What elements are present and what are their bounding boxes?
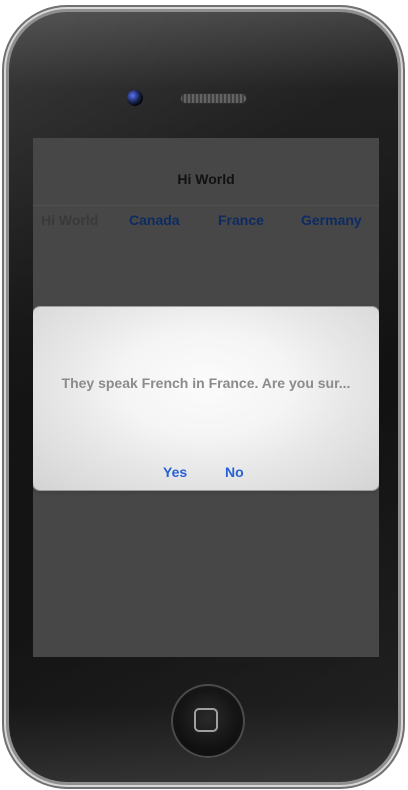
camera-icon [127,90,143,106]
segmented-tabs: Hi World Canada France Germany [33,212,379,236]
home-button-icon [194,708,218,732]
tab-canada[interactable]: Canada [129,212,180,228]
home-button[interactable] [171,684,245,758]
tab-germany[interactable]: Germany [301,212,362,228]
phone-device-frame: Hi World Hi World Canada France Germany … [9,12,398,782]
tab-hi-world[interactable]: Hi World [41,212,98,228]
alert-dialog: They speak French in France. Are you sur… [33,307,379,490]
tab-france[interactable]: France [218,212,264,228]
device-screen: Hi World Hi World Canada France Germany … [33,138,379,657]
navigation-divider [33,205,379,206]
speaker-icon [180,93,247,104]
yes-button[interactable]: Yes [163,464,187,480]
navigation-title: Hi World [177,171,235,187]
no-button[interactable]: No [225,464,244,480]
alert-message: They speak French in France. Are you sur… [61,375,351,391]
